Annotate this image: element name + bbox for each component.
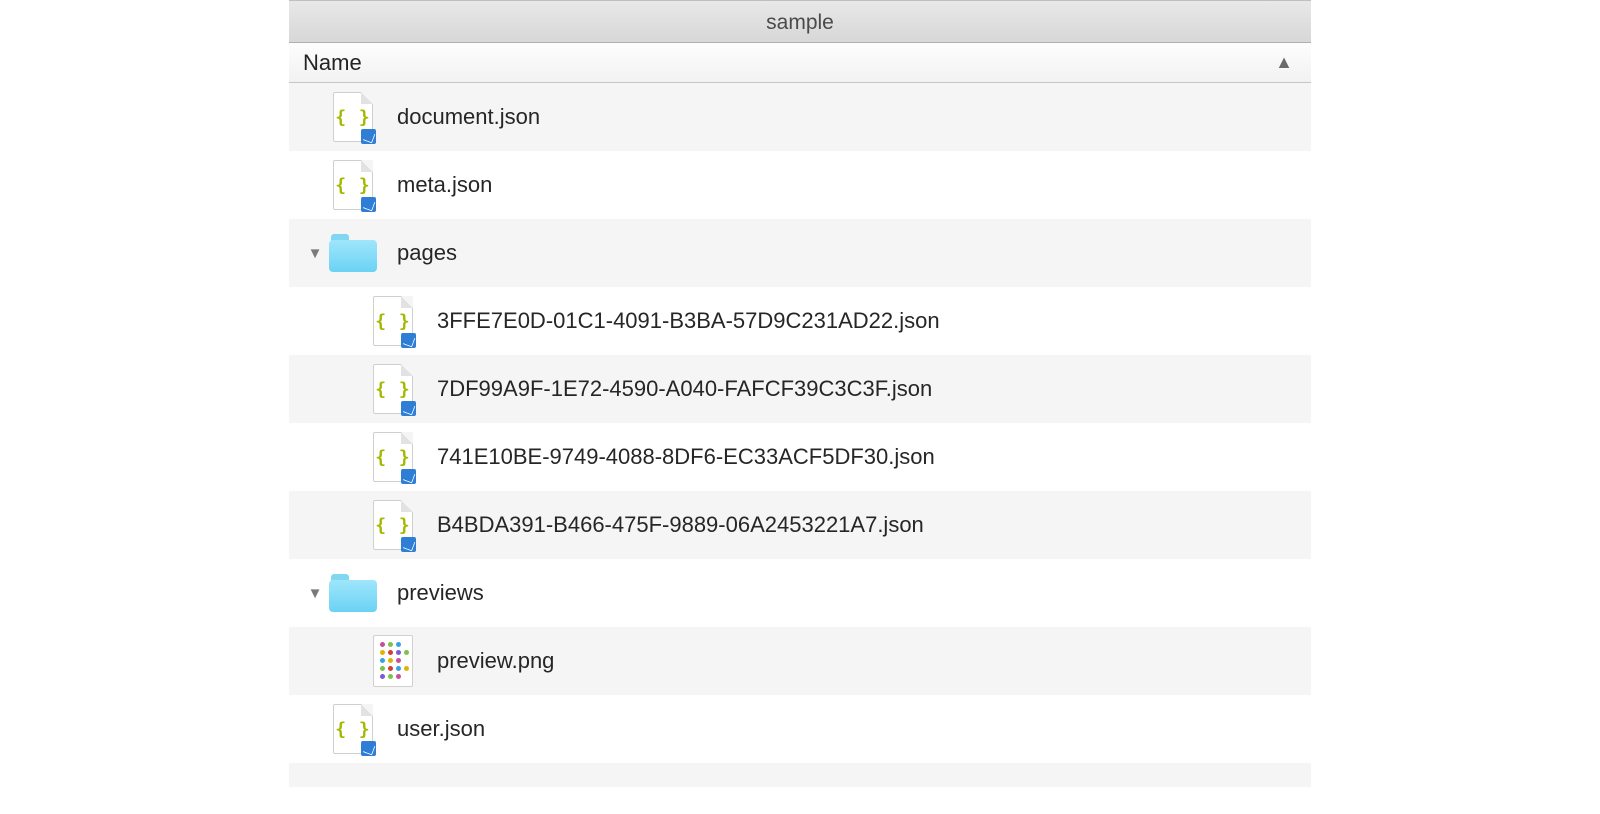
file-list: ▶{ }document.json▶{ }meta.json▼pages▶{ }… [289, 83, 1311, 787]
file-name: user.json [397, 716, 485, 742]
file-row[interactable]: ▶{ }3FFE7E0D-01C1-4091-B3BA-57D9C231AD22… [289, 287, 1311, 355]
file-name: pages [397, 240, 457, 266]
file-name: preview.png [437, 648, 554, 674]
file-row[interactable]: ▶{ }7DF99A9F-1E72-4590-A040-FAFCF39C3C3F… [289, 355, 1311, 423]
file-row[interactable]: ▼ previews [289, 559, 1311, 627]
file-name: document.json [397, 104, 540, 130]
window-titlebar[interactable]: sample [289, 0, 1311, 43]
row-icon: { } [367, 295, 419, 347]
json-file-icon: { } [333, 92, 373, 142]
row-icon: { } [327, 703, 379, 755]
file-row[interactable]: ▶{ }user.json [289, 695, 1311, 763]
row-icon: { } [327, 159, 379, 211]
finder-window: sample Name ▲ ▶{ }document.json▶{ }meta.… [289, 0, 1311, 814]
file-name: meta.json [397, 172, 492, 198]
disclosure-triangle-icon[interactable]: ▼ [303, 585, 327, 602]
row-icon: { } [367, 431, 419, 483]
json-file-icon: { } [373, 364, 413, 414]
row-icon [327, 567, 379, 619]
file-row[interactable]: ▶{ }meta.json [289, 151, 1311, 219]
row-icon: { } [367, 363, 419, 415]
file-row[interactable]: ▶{ }741E10BE-9749-4088-8DF6-EC33ACF5DF30… [289, 423, 1311, 491]
file-name: 741E10BE-9749-4088-8DF6-EC33ACF5DF30.jso… [437, 444, 935, 470]
file-row[interactable]: ▶{ }B4BDA391-B466-475F-9889-06A2453221A7… [289, 491, 1311, 559]
json-file-icon: { } [373, 296, 413, 346]
image-thumbnail-icon [373, 635, 413, 687]
file-row[interactable]: ▶preview.png [289, 627, 1311, 695]
file-row-empty [289, 763, 1311, 787]
json-file-icon: { } [373, 432, 413, 482]
json-file-icon: { } [333, 160, 373, 210]
json-file-icon: { } [333, 704, 373, 754]
folder-icon [329, 234, 377, 272]
row-icon: { } [327, 91, 379, 143]
disclosure-triangle-icon[interactable]: ▼ [303, 245, 327, 262]
row-icon [327, 227, 379, 279]
column-header[interactable]: Name ▲ [289, 43, 1311, 83]
json-file-icon: { } [373, 500, 413, 550]
sort-indicator-icon[interactable]: ▲ [1275, 52, 1293, 73]
file-name: 3FFE7E0D-01C1-4091-B3BA-57D9C231AD22.jso… [437, 308, 940, 334]
file-name: B4BDA391-B466-475F-9889-06A2453221A7.jso… [437, 512, 924, 538]
row-icon: { } [367, 499, 419, 551]
file-name: previews [397, 580, 484, 606]
file-row[interactable]: ▼ pages [289, 219, 1311, 287]
window-title: sample [766, 11, 834, 34]
file-row[interactable]: ▶{ }document.json [289, 83, 1311, 151]
column-name-label: Name [303, 50, 362, 76]
row-icon [367, 635, 419, 687]
file-name: 7DF99A9F-1E72-4590-A040-FAFCF39C3C3F.jso… [437, 376, 932, 402]
folder-icon [329, 574, 377, 612]
